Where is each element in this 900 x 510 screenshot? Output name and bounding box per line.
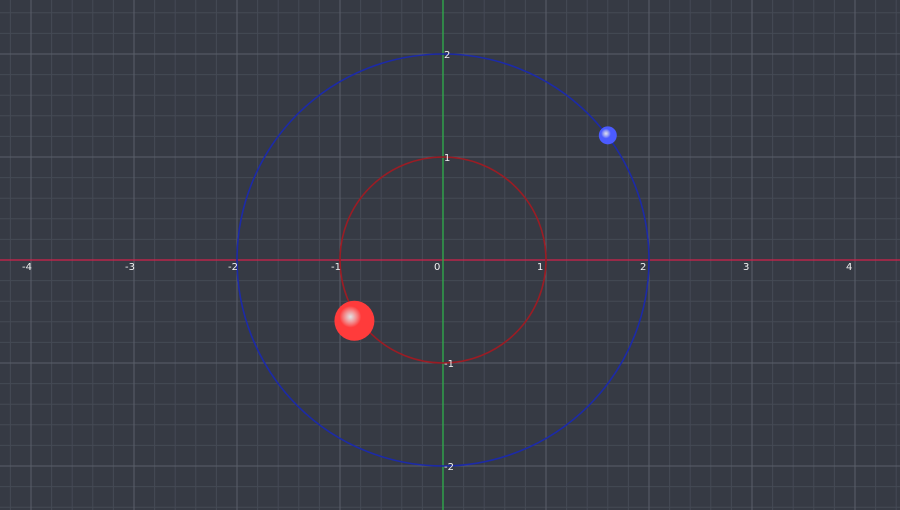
- y-tick-label: 2: [444, 50, 450, 61]
- blue-body[interactable]: [598, 126, 617, 145]
- x-tick-label: -3: [125, 262, 135, 273]
- background: [0, 0, 900, 510]
- coordinate-plane: -4 -3 -2 -1 0 1 2 3 4 2 1 -1 -2: [0, 0, 900, 510]
- y-tick-label: -1: [444, 359, 454, 370]
- x-tick-label: 4: [846, 262, 852, 273]
- x-tick-label: 1: [537, 262, 543, 273]
- x-tick-label: 3: [743, 262, 749, 273]
- x-tick-label: 0: [434, 262, 440, 273]
- x-tick-label: -4: [22, 262, 32, 273]
- red-body[interactable]: [334, 300, 375, 341]
- y-tick-label: -2: [444, 462, 454, 473]
- x-tick-label: -2: [228, 262, 238, 273]
- x-tick-label: 2: [640, 262, 646, 273]
- x-tick-label: -1: [331, 262, 341, 273]
- y-tick-label: 1: [444, 153, 450, 164]
